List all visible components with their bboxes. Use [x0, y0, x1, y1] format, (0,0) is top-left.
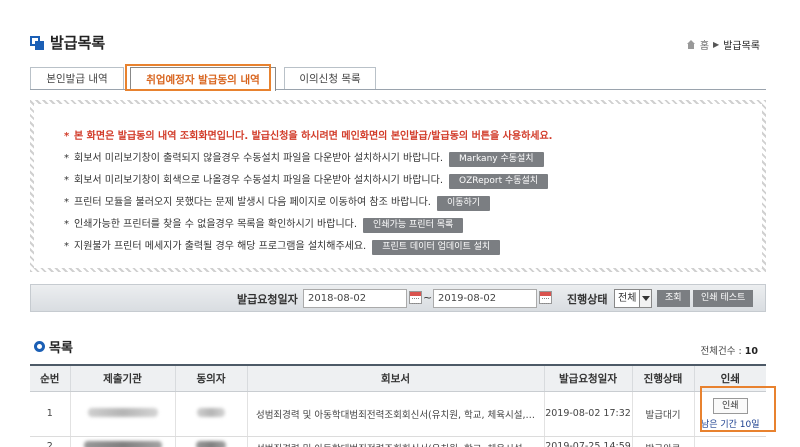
- go-to-page-button[interactable]: 이동하기: [436, 195, 491, 211]
- page-title: 발급목록: [50, 34, 106, 52]
- circle-bullet-icon: [34, 341, 45, 352]
- date-from-input[interactable]: 2018-08-02: [303, 289, 407, 308]
- page-header: 발급목록: [30, 32, 105, 53]
- date-to-input[interactable]: 2019-08-02: [433, 289, 537, 308]
- breadcrumb-current: 발급목록: [723, 41, 760, 52]
- cell-report[interactable]: 성범죄경력 및 아동학대범죄전력조회회신서(유치원, 학교, 체육시설,…: [247, 436, 545, 447]
- notice-box: * 본 화면은 발급동의 내역 조회화면입니다. 발급신청을 하시려면 메인화면…: [30, 100, 766, 272]
- status-label: 진행상태: [567, 293, 608, 306]
- cell-institution: [70, 391, 176, 437]
- tab-personal-issuance[interactable]: 본인발급 내역: [30, 67, 124, 89]
- notice-item: * 회보서 미리보기창이 출력되지 않을경우 수동설치 파일을 다운받아 설치하…: [64, 148, 552, 170]
- cell-report[interactable]: 성범죄경력 및 아동학대범죄전력조회회신서(유치원, 학교, 체육시설,…: [247, 391, 545, 437]
- redacted-text: [83, 440, 162, 447]
- calendar-icon[interactable]: [539, 291, 552, 304]
- cell-status: 발급완료: [632, 436, 695, 447]
- list-title: 목록: [49, 341, 73, 356]
- col-number: 순번: [30, 364, 71, 392]
- search-button[interactable]: 조회: [657, 290, 690, 307]
- search-bar: 발급요청일자 2018-08-02 ~ 2019-08-02 진행상태 전체 조…: [30, 284, 766, 312]
- redacted-text: [196, 440, 226, 447]
- print-button[interactable]: 인쇄: [712, 397, 748, 414]
- col-request-date: 발급요청일자: [544, 364, 633, 392]
- cell-number: 2: [30, 436, 71, 447]
- calendar-icon[interactable]: [409, 291, 422, 304]
- status-select[interactable]: 전체: [614, 289, 652, 308]
- print-data-update-button[interactable]: 프린트 데이터 업데이트 설치: [372, 239, 501, 255]
- total-count: 전체건수 : 10: [700, 346, 758, 357]
- notice-item: * 인쇄가능한 프린터를 찾을 수 없을경우 목록을 확인하시기 바랍니다. 인…: [64, 214, 552, 236]
- chevron-down-icon: [639, 290, 651, 307]
- ozreport-install-button[interactable]: OZReport 수동설치: [449, 173, 549, 189]
- redacted-text: [197, 407, 225, 417]
- col-consenter: 동의자: [175, 364, 248, 392]
- redacted-text: [87, 407, 158, 417]
- print-test-button[interactable]: 인쇄 테스트: [693, 290, 754, 307]
- tab-consent-issuance[interactable]: 취업예정자 발급동의 내역: [130, 67, 276, 91]
- tab-objection-list[interactable]: 이의신청 목록: [284, 67, 376, 89]
- table-row: 1 성범죄경력 및 아동학대범죄전력조회회신서(유치원, 학교, 체육시설,… …: [30, 391, 766, 437]
- notice-item: * 회보서 미리보기창이 회색으로 나올경우 수동설치 파일을 다운받아 설치하…: [64, 170, 552, 192]
- table-row: 2 성범죄경력 및 아동학대범죄전력조회회신서(유치원, 학교, 체육시설,… …: [30, 436, 766, 447]
- col-report: 회보서: [247, 364, 545, 392]
- col-status: 진행상태: [632, 364, 695, 392]
- cell-status: 발급대기: [632, 391, 695, 437]
- issuance-table: 순번 제출기관 동의자 회보서 발급요청일자 진행상태 인쇄 1 성범죄경력 및…: [30, 364, 766, 447]
- cell-consenter: [175, 436, 248, 447]
- printer-list-button[interactable]: 인쇄가능 프린터 목록: [363, 217, 464, 233]
- cell-request-date: 2019-07-25 14:59: [544, 436, 633, 447]
- notice-item: * 본 화면은 발급동의 내역 조회화면입니다. 발급신청을 하시려면 메인화면…: [64, 131, 553, 142]
- date-label: 발급요청일자: [237, 293, 298, 306]
- notice-item: * 프린터 모듈을 불러오지 못했다는 문제 발생시 다음 페이지로 이동하여 …: [64, 192, 552, 214]
- col-institution: 제출기관: [70, 364, 176, 392]
- table-header-row: 순번 제출기관 동의자 회보서 발급요청일자 진행상태 인쇄: [30, 364, 766, 392]
- breadcrumb: 홈 ▶ 발급목록: [686, 37, 760, 52]
- col-print: 인쇄: [694, 364, 766, 392]
- cell-institution: [70, 436, 176, 447]
- cell-request-date: 2019-08-02 17:32: [544, 391, 633, 437]
- tab-bar: 본인발급 내역 취업예정자 발급동의 내역 이의신청 목록: [30, 67, 766, 91]
- list-header: 목록: [34, 337, 73, 356]
- remaining-period: 남은 기간 10일: [700, 419, 760, 430]
- home-icon[interactable]: [686, 40, 696, 49]
- date-range-separator: ~: [423, 291, 433, 304]
- markany-install-button[interactable]: Markany 수동설치: [449, 151, 544, 167]
- cell-print: [694, 436, 766, 447]
- cell-number: 1: [30, 391, 71, 437]
- notice-list: * 본 화면은 발급동의 내역 조회화면입니다. 발급신청을 하시려면 메인화면…: [64, 126, 552, 258]
- cell-consenter: [175, 391, 248, 437]
- notice-item: * 지원불가 프린터 메세지가 출력될 경우 해당 프로그램을 설치해주세요. …: [64, 236, 552, 258]
- cell-print: 인쇄 남은 기간 10일: [694, 391, 766, 437]
- document-icon: [30, 35, 44, 50]
- breadcrumb-home[interactable]: 홈: [700, 37, 709, 52]
- chevron-right-icon: ▶: [713, 40, 720, 49]
